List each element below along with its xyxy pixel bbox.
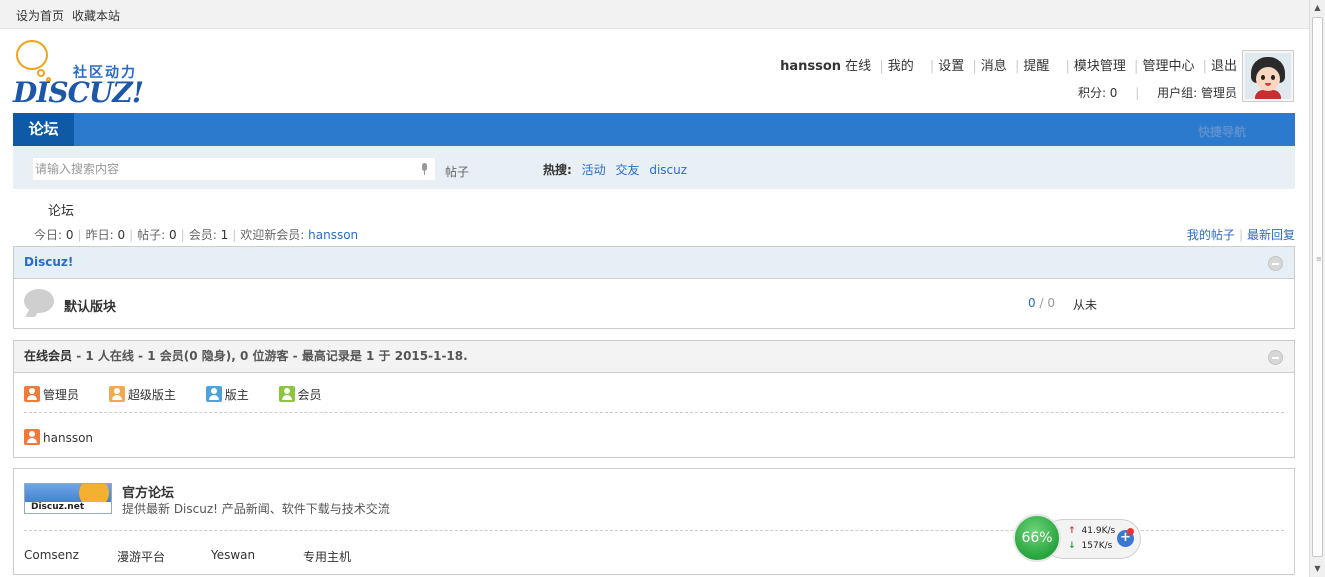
hot-term-link[interactable]: 活动 [582, 163, 606, 177]
site-logo[interactable]: 社区动力 DISCUZ! [13, 40, 148, 109]
stat-links: 我的帖子 | 最新回复 [1186, 228, 1295, 242]
search-input[interactable]: 请输入搜索内容 [33, 158, 435, 180]
messages-link[interactable]: 消息 [981, 59, 1007, 74]
official-forum-link[interactable]: 官方论坛 [122, 482, 174, 501]
user-navigation: hansson 在线 | 我的 | 设置 | 消息 | 提醒 | 模块管理 | 管理中心 |… [780, 59, 1237, 100]
category-panel: Discuz! 默认版块 0 / 0 从未 [13, 246, 1295, 329]
module-manage-link[interactable]: 模块管理 [1074, 59, 1126, 74]
my-posts-link[interactable]: 我的帖子 [1187, 228, 1235, 242]
down-arrow-icon: ↓ [1068, 541, 1076, 551]
breadcrumb[interactable]: 论坛 [48, 200, 74, 219]
vertical-scrollbar[interactable]: ▲ ≡ ▼ [1309, 0, 1325, 577]
points-link[interactable]: 积分: 0 [1078, 86, 1118, 100]
user-group-link[interactable]: 用户组: 管理员 [1157, 86, 1237, 100]
upload-speed: ↑ 41.9K/s [1068, 526, 1116, 536]
network-speed-widget[interactable]: 66% ↑ 41.9K/s ↓ 157K/s + [1013, 514, 1143, 564]
newest-member-link[interactable]: hansson [308, 228, 358, 242]
quick-nav-button[interactable]: 快捷导航 [1198, 123, 1246, 140]
official-forum-desc: 提供最新 Discuz! 产品新闻、软件下载与技术交流 [122, 502, 390, 516]
collapse-icon[interactable] [1268, 350, 1283, 365]
hot-search-label: 热搜: [543, 163, 572, 177]
notifications-link[interactable]: 提醒 [1023, 59, 1049, 74]
online-user-link[interactable]: hansson [43, 431, 93, 445]
admin-user-icon [24, 429, 40, 445]
friend-link[interactable]: 专用主机 [303, 548, 351, 565]
download-speed: ↓ 157K/s [1068, 541, 1113, 551]
forum-last-post: 从未 [1073, 298, 1098, 312]
forum-name-link[interactable]: 默认版块 [64, 296, 116, 315]
admin-user-icon [24, 386, 40, 402]
posts-count: 0 [169, 228, 177, 242]
logout-link[interactable]: 退出 [1211, 59, 1237, 74]
microphone-icon[interactable] [421, 163, 428, 175]
divider [24, 412, 1284, 413]
user-group-legend: 管理员 超级版主 版主 会员 [24, 386, 348, 403]
username-link[interactable]: hansson [780, 59, 841, 74]
set-homepage-link[interactable]: 设为首页 [16, 7, 64, 24]
avatar-image [1245, 53, 1291, 99]
notification-dot-icon [1127, 528, 1134, 535]
my-link[interactable]: 我的 [888, 59, 914, 74]
member-icon [278, 386, 295, 402]
search-bar: 请输入搜索内容 帖子 热搜: 活动 交友 discuz [13, 146, 1295, 189]
search-type-select[interactable]: 帖子 [445, 163, 469, 180]
main-nav-bar: 论坛 快捷导航 [13, 113, 1295, 146]
scroll-up-arrow-icon[interactable]: ▲ [1310, 0, 1325, 16]
admin-center-link[interactable]: 管理中心 [1142, 59, 1194, 74]
speech-bubble-icon [16, 40, 48, 70]
super-moderator-icon [108, 386, 125, 402]
forum-bubble-icon [24, 289, 55, 317]
online-status: 在线 [845, 59, 872, 74]
online-user: hansson [24, 429, 93, 445]
logo-wordmark: DISCUZ! [13, 76, 144, 109]
friend-link[interactable]: Yeswan [211, 548, 255, 562]
settings-link[interactable]: 设置 [938, 59, 964, 74]
latest-replies-link[interactable]: 最新回复 [1247, 228, 1295, 242]
forum-stats: 今日: 0 | 昨日: 0 | 帖子: 0 | 会员: 1 | 欢迎新会员: hansson [34, 228, 359, 242]
scroll-down-arrow-icon[interactable]: ▼ [1310, 561, 1325, 577]
scrollbar-thumb[interactable]: ≡ [1312, 17, 1323, 557]
friend-link[interactable]: 漫游平台 [117, 548, 165, 565]
today-count: 0 [65, 228, 74, 242]
yesterday-count: 0 [117, 228, 126, 242]
forum-counts: 0 / 0 [1028, 296, 1055, 310]
top-bar: 设为首页 收藏本站 [0, 0, 1309, 29]
discuz-net-banner[interactable]: Discuz.net [24, 483, 112, 514]
bookmark-site-link[interactable]: 收藏本站 [72, 7, 120, 24]
moderator-icon [205, 386, 222, 402]
collapse-icon[interactable] [1268, 256, 1283, 271]
hot-search: 热搜: 活动 交友 discuz [543, 161, 687, 178]
speed-percent[interactable]: 66% [1013, 514, 1061, 562]
members-count: 1 [220, 228, 229, 242]
online-members-panel: 在线会员 - 1 人在线 - 1 会员(0 隐身), 0 位游客 - 最高记录是… [13, 340, 1295, 458]
online-title-link[interactable]: 在线会员 [24, 349, 72, 363]
hot-term-link[interactable]: discuz [649, 163, 687, 177]
nav-tab-forum[interactable]: 论坛 [13, 113, 74, 146]
up-arrow-icon: ↑ [1068, 526, 1076, 536]
category-title[interactable]: Discuz! [24, 255, 73, 269]
friend-link[interactable]: Comsenz [24, 548, 79, 562]
hot-term-link[interactable]: 交友 [615, 163, 639, 177]
online-summary: - 1 人在线 - 1 会员(0 隐身), 0 位游客 - 最高记录是 1 于 … [72, 349, 468, 363]
avatar[interactable] [1242, 50, 1294, 102]
grip-icon: ≡ [1316, 255, 1322, 263]
